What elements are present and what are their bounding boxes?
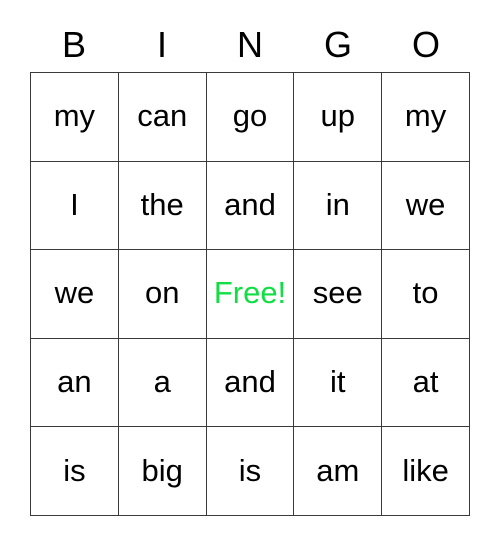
bingo-cell[interactable]: a [118,338,207,428]
bingo-header-letter-n: N [237,24,263,65]
bingo-cell-label: an [57,364,92,400]
bingo-cell[interactable]: am [294,427,383,516]
bingo-cell[interactable]: my [382,73,470,162]
bingo-cell-label: and [224,186,276,222]
bingo-cell-free[interactable]: Free! [206,250,295,339]
bingo-cell[interactable]: and [206,338,295,428]
bingo-cell[interactable]: see [294,250,383,339]
bingo-cell-label: in [325,186,350,222]
bingo-header-row: B I N G O [30,20,470,70]
bingo-cell-label: my [404,98,447,134]
bingo-free-label: Free! [213,275,287,311]
bingo-cell[interactable]: it [294,338,383,428]
bingo-cell[interactable]: and [206,161,295,251]
bingo-cell-label: big [141,452,183,488]
bingo-cell[interactable]: on [118,250,207,339]
bingo-cell-label: the [140,186,184,222]
bingo-cell-label: and [224,364,276,400]
bingo-cell[interactable]: we [31,250,119,339]
bingo-cell-label: my [53,98,96,134]
bingo-cell[interactable]: at [382,338,470,428]
bingo-cell[interactable]: go [206,73,295,162]
bingo-cell[interactable]: I [31,161,119,251]
bingo-cell[interactable]: to [382,250,470,339]
bingo-cell-label: like [402,452,449,488]
bingo-cell-label: a [153,364,171,400]
bingo-cell-label: go [232,98,268,134]
bingo-cell[interactable]: we [382,161,470,251]
bingo-cell[interactable]: in [294,161,383,251]
bingo-grid: my can go up my I the and in we we on Fr… [30,72,470,516]
bingo-cell[interactable]: big [118,427,207,516]
bingo-cell-label: to [412,275,439,311]
bingo-cell-label: I [70,186,79,222]
bingo-cell[interactable]: is [206,427,295,516]
bingo-header-letter-i: I [156,24,167,65]
bingo-cell[interactable]: an [31,338,119,428]
bingo-cell[interactable]: is [31,427,119,516]
bingo-cell-label: can [137,98,188,134]
bingo-cell-label: we [405,186,446,222]
bingo-card: B I N G O my can go up my I the and in w… [0,0,500,544]
bingo-header-letter-o: O [411,24,440,65]
bingo-header-letter-g: G [323,24,352,65]
bingo-cell-label: at [412,364,439,400]
bingo-cell[interactable]: like [382,427,470,516]
bingo-cell-label: see [312,275,363,311]
bingo-cell[interactable]: can [118,73,207,162]
bingo-cell[interactable]: up [294,73,383,162]
bingo-cell-label: up [320,98,356,134]
bingo-header-letter-b: B [61,24,86,65]
bingo-cell-label: we [54,275,95,311]
bingo-cell-label: on [144,275,180,311]
bingo-cell[interactable]: the [118,161,207,251]
bingo-cell-label: am [316,452,360,488]
bingo-cell[interactable]: my [31,73,119,162]
bingo-cell-label: is [63,452,86,488]
bingo-cell-label: is [238,452,262,488]
bingo-cell-label: it [330,364,346,400]
